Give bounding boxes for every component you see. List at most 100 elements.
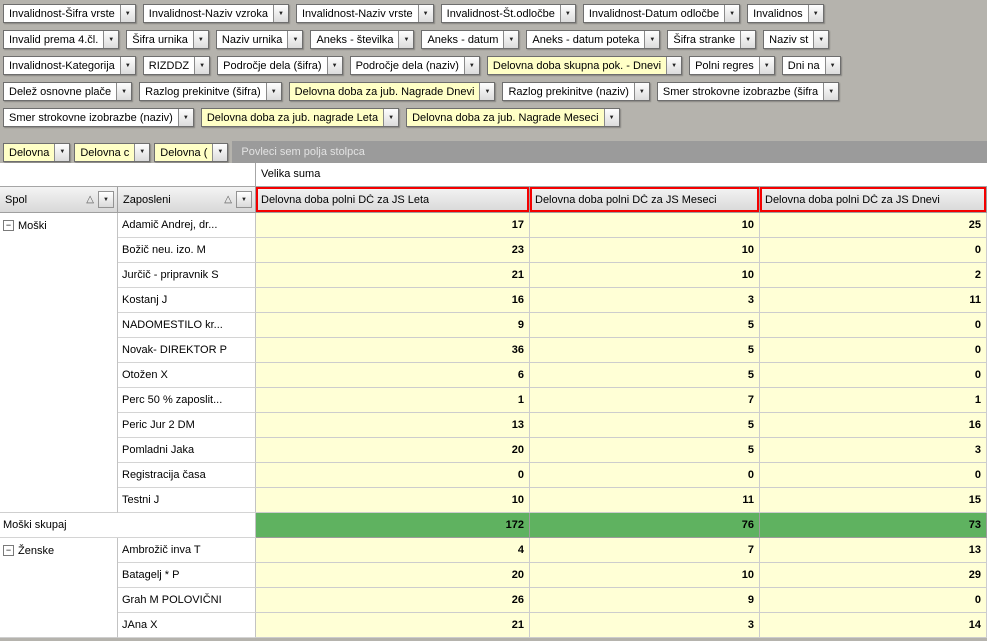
pivot-field-button[interactable]: Invalidnos ▼ xyxy=(747,4,824,23)
dropdown-icon[interactable]: ▼ xyxy=(134,143,150,161)
filter-dropdown-icon[interactable]: ▼ xyxy=(236,191,252,208)
pivot-field-button[interactable]: Smer strokovne izobrazbe (naziv) ▼ xyxy=(3,108,194,127)
value-cell: 23 xyxy=(256,238,530,263)
dropdown-icon[interactable]: ▼ xyxy=(119,57,135,74)
dropdown-icon[interactable]: ▼ xyxy=(103,31,119,48)
pivot-field-button[interactable]: Delovna (▼ xyxy=(154,142,229,162)
dropdown-icon[interactable]: ▼ xyxy=(666,57,682,74)
dropdown-icon[interactable]: ▼ xyxy=(463,57,479,74)
pivot-field-button[interactable]: Naziv urnika ▼ xyxy=(215,30,304,49)
value-cell: 16 xyxy=(256,288,530,313)
value-cell: 0 xyxy=(256,463,530,488)
dropdown-icon[interactable]: ▼ xyxy=(119,5,135,22)
value-cell: 21 xyxy=(256,613,530,638)
pivot-field-button[interactable]: Invalidnost-Naziv vzroka ▼ xyxy=(142,4,289,23)
pivot-field-button[interactable]: Delovna doba za jub. Nagrade Dnevi ▼ xyxy=(288,82,496,101)
row-label: Testni J xyxy=(118,488,256,513)
pivot-field-button[interactable]: Invalidnost-Kategorija ▼ xyxy=(3,56,136,75)
dropdown-icon[interactable]: ▼ xyxy=(824,57,840,74)
value-cell: 11 xyxy=(530,488,760,513)
pivot-field-button[interactable]: Aneks - datum poteka ▼ xyxy=(526,30,661,49)
pivot-field-button[interactable]: Razlog prekinitve (šifra) ▼ xyxy=(139,82,282,101)
pivot-field-button[interactable]: Aneks - datum ▼ xyxy=(421,30,520,49)
collapse-icon[interactable]: − xyxy=(3,545,14,556)
value-cell: 4 xyxy=(256,538,530,563)
dropdown-icon[interactable]: ▼ xyxy=(383,109,399,126)
dropdown-icon[interactable]: ▼ xyxy=(417,5,433,22)
dropdown-icon[interactable]: ▼ xyxy=(398,31,414,48)
column-header[interactable]: Delovna doba polni DČ za JS Leta xyxy=(256,187,530,213)
dropdown-icon[interactable]: ▼ xyxy=(194,57,210,74)
group-total-value: 76 xyxy=(530,513,760,538)
pivot-field-button[interactable]: Invalidnost-Št.odločbe ▼ xyxy=(440,4,576,23)
pivot-field-button[interactable]: Razlog prekinitve (naziv) ▼ xyxy=(502,82,650,101)
header-label: Zaposleni xyxy=(123,193,171,206)
dropdown-icon[interactable]: ▼ xyxy=(633,83,649,100)
column-header[interactable]: Delovna doba polni DČ za JS Dnevi xyxy=(760,187,987,213)
pivot-field-button[interactable]: Delovna ▼ xyxy=(3,142,71,162)
dropdown-icon[interactable]: ▼ xyxy=(265,83,281,100)
group-cell xyxy=(0,588,118,613)
group-total-label: Moški skupaj xyxy=(0,513,256,538)
pivot-field-button[interactable]: Smer strokovne izobrazbe (šifra ▼ xyxy=(656,82,840,101)
field-label: Invalidnost-Kategorija xyxy=(9,60,115,72)
dropdown-icon[interactable]: ▼ xyxy=(740,31,756,48)
dropdown-icon[interactable]: ▼ xyxy=(177,109,193,126)
dropdown-icon[interactable]: ▼ xyxy=(603,109,619,126)
dropdown-icon[interactable]: ▼ xyxy=(758,57,774,74)
dropdown-icon[interactable]: ▼ xyxy=(54,143,70,161)
pivot-field-button[interactable]: Delovna doba za jub. Nagrade Meseci ▼ xyxy=(406,108,620,127)
group-cell xyxy=(0,313,118,338)
group-cell: − Moški xyxy=(0,213,118,238)
dropdown-icon[interactable]: ▼ xyxy=(813,31,829,48)
dropdown-icon[interactable]: ▼ xyxy=(192,31,208,48)
pivot-field-button[interactable]: Polni regres ▼ xyxy=(689,56,775,75)
dropdown-icon[interactable]: ▼ xyxy=(116,83,132,100)
row-label: Božič neu. izo. M xyxy=(118,238,256,263)
pivot-field-button[interactable]: Invalid prema 4.čl. ▼ xyxy=(3,30,120,49)
pivot-field-button[interactable]: RIZDDZ ▼ xyxy=(142,56,211,75)
value-cell: 3 xyxy=(530,288,760,313)
pivot-field-button[interactable]: Naziv st ▼ xyxy=(763,30,830,49)
column-drop-area[interactable]: Povleci sem polja stolpca xyxy=(232,141,987,163)
pivot-field-button[interactable]: Področje dela (naziv) ▼ xyxy=(349,56,480,75)
dropdown-icon[interactable]: ▼ xyxy=(724,5,740,22)
dropdown-icon[interactable]: ▼ xyxy=(644,31,660,48)
row-area-header[interactable]: Zaposleni △ ▼ xyxy=(118,187,256,213)
collapse-icon[interactable]: − xyxy=(3,220,14,231)
dropdown-icon[interactable]: ▼ xyxy=(212,143,228,161)
pivot-field-button[interactable]: Področje dela (šifra) ▼ xyxy=(217,56,343,75)
dropdown-icon[interactable]: ▼ xyxy=(326,57,342,74)
pivot-field-button[interactable]: Invalidnost-Šifra vrste ▼ xyxy=(3,4,136,23)
value-cell: 5 xyxy=(530,313,760,338)
dropdown-icon[interactable]: ▼ xyxy=(807,5,823,22)
pivot-field-button[interactable]: Dni na ▼ xyxy=(781,56,841,75)
pivot-field-button[interactable]: Delovna c ▼ xyxy=(74,142,151,162)
pivot-field-button[interactable]: Delež osnovne plače ▼ xyxy=(3,82,133,101)
pivot-field-button[interactable]: Delovna doba skupna pok. - Dnevi ▼ xyxy=(486,56,683,75)
dropdown-icon[interactable]: ▼ xyxy=(287,31,303,48)
dropdown-icon[interactable]: ▼ xyxy=(272,5,288,22)
value-cell: 5 xyxy=(530,438,760,463)
field-label: Naziv st xyxy=(769,34,809,46)
pivot-field-button[interactable]: Invalidnost-Naziv vrste ▼ xyxy=(295,4,434,23)
filter-area: Invalidnost-Šifra vrste ▼ Invalidnost-Nazi… xyxy=(0,0,987,127)
pivot-field-button[interactable]: Šifra urnika ▼ xyxy=(126,30,209,49)
value-cell: 1 xyxy=(256,388,530,413)
field-label: Področje dela (šifra) xyxy=(223,60,322,72)
filter-dropdown-icon[interactable]: ▼ xyxy=(98,191,114,208)
value-cell: 11 xyxy=(760,288,987,313)
pivot-field-button[interactable]: Šifra stranke ▼ xyxy=(667,30,757,49)
pivot-field-button[interactable]: Invalidnost-Datum odločbe ▼ xyxy=(582,4,741,23)
column-header[interactable]: Delovna doba polni DČ za JS Meseci xyxy=(530,187,760,213)
dropdown-icon[interactable]: ▼ xyxy=(559,5,575,22)
pivot-field-button[interactable]: Delovna doba za jub. nagrade Leta ▼ xyxy=(200,108,400,127)
field-label: Dni na xyxy=(787,60,820,72)
pivot-field-button[interactable]: Aneks - številka ▼ xyxy=(310,30,415,49)
dropdown-icon[interactable]: ▼ xyxy=(503,31,519,48)
dropdown-icon[interactable]: ▼ xyxy=(479,83,495,100)
field-label: Delovna doba skupna pok. - Dnevi xyxy=(492,60,662,72)
row-area-header[interactable]: Spol △ ▼ xyxy=(0,187,118,213)
value-cell: 3 xyxy=(760,438,987,463)
dropdown-icon[interactable]: ▼ xyxy=(823,83,839,100)
